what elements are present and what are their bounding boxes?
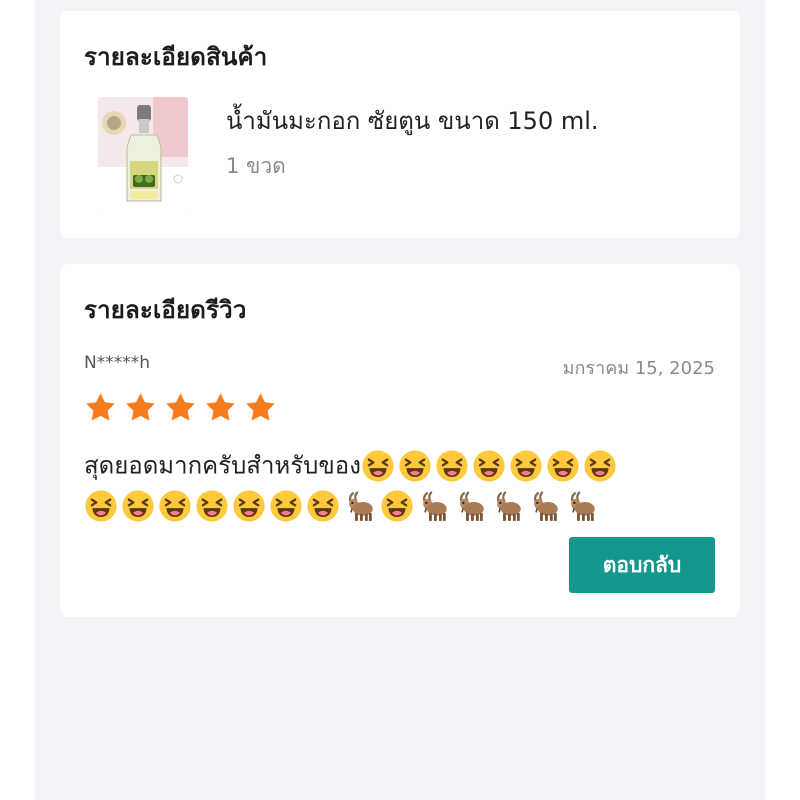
review-section-title: รายละเอียดรีวิว [84,296,247,324]
laughing-face-emoji-icon [584,450,616,482]
goat-emoji-icon [348,490,373,521]
star-rating [84,391,277,425]
goat-emoji-icon [570,490,595,521]
laughing-face-emoji-icon [399,450,431,482]
review-text: สุดยอดมากครับสำหรับของ [84,447,704,524]
product-details-card: รายละเอียดสินค้า น้ำมันมะกอก ซัยตูน ขนาด… [60,11,740,238]
laughing-face-emoji-icon [510,450,542,482]
laughing-face-emoji-icon [233,489,265,522]
star-icon [166,393,195,421]
review-details-card: รายละเอียดรีวิว N*****h มกราคม 15, 2025 … [60,264,740,617]
goat-emoji-icon [533,490,558,521]
laughing-face-emoji-icon [159,489,191,522]
laughing-face-emoji-icon [362,450,394,482]
reviewer-name: N*****h [84,353,150,373]
review-text-body: สุดยอดมากครับสำหรับของ [84,451,361,480]
reply-button[interactable]: ตอบกลับ [569,537,715,593]
emoji-row-1 [361,450,620,482]
star-icon [206,393,235,421]
goat-emoji-icon [422,490,447,521]
product-section-title: รายละเอียดสินค้า [84,43,268,71]
review-date: มกราคม 15, 2025 [562,358,715,379]
laughing-face-emoji-icon [547,450,579,482]
review-detail-screen: รายละเอียดสินค้า น้ำมันมะกอก ซัยตูน ขนาด… [35,0,765,800]
laughing-face-emoji-icon [381,489,413,522]
goat-emoji-icon [459,490,484,521]
star-icon [86,393,115,421]
product-quantity: 1 ขวด [226,154,286,178]
laughing-face-emoji-icon [307,489,339,522]
star-icon [126,393,155,421]
olive-oil-bottle-image [98,97,188,215]
goat-emoji-icon [496,490,521,521]
laughing-face-emoji-icon [473,450,505,482]
product-thumbnail[interactable] [98,97,188,215]
laughing-face-emoji-icon [270,489,302,522]
star-icon [246,393,275,421]
emoji-row-2 [84,487,704,524]
laughing-face-emoji-icon [436,450,468,482]
laughing-face-emoji-icon [196,489,228,522]
laughing-face-emoji-icon [122,489,154,522]
laughing-face-emoji-icon [85,489,117,522]
product-name[interactable]: น้ำมันมะกอก ซัยตูน ขนาด 150 ml. [226,101,599,140]
